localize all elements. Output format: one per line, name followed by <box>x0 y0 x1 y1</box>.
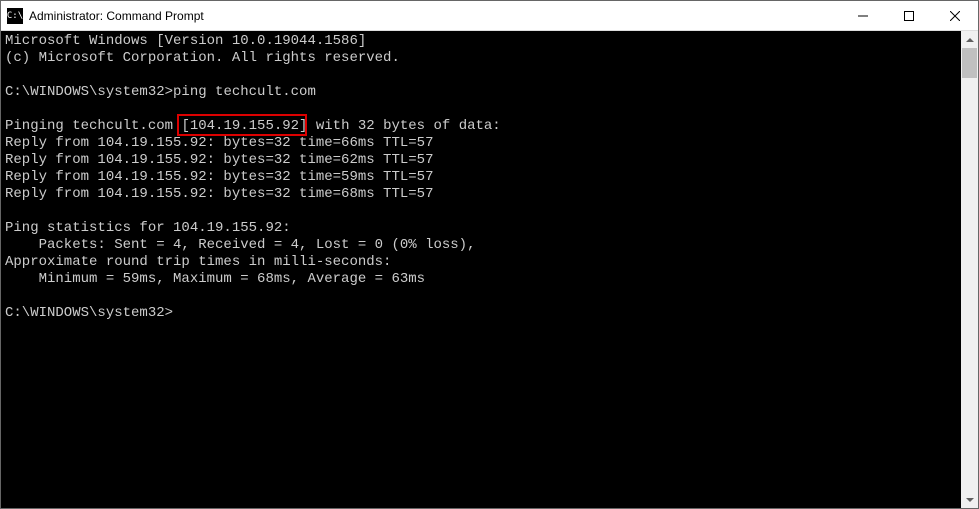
output-line: Microsoft Windows [Version 10.0.19044.15… <box>5 33 366 49</box>
titlebar: C:\ Administrator: Command Prompt <box>1 1 978 31</box>
output-line: Minimum = 59ms, Maximum = 68ms, Average … <box>5 271 425 287</box>
output-line: (c) Microsoft Corporation. All rights re… <box>5 50 400 66</box>
close-button[interactable] <box>932 1 978 30</box>
output-line: Packets: Sent = 4, Received = 4, Lost = … <box>5 237 475 253</box>
scroll-up-arrow[interactable] <box>961 31 978 48</box>
command-text: ping techcult.com <box>173 84 316 100</box>
close-icon <box>950 11 960 21</box>
resolved-ip: [104.19.155.92] <box>181 118 307 134</box>
output-line: Reply from 104.19.155.92: bytes=32 time=… <box>5 152 433 168</box>
prompt: C:\WINDOWS\system32> <box>5 84 173 100</box>
output-line: Reply from 104.19.155.92: bytes=32 time=… <box>5 169 433 185</box>
window-controls <box>840 1 978 30</box>
minimize-button[interactable] <box>840 1 886 30</box>
minimize-icon <box>858 11 868 21</box>
chevron-down-icon <box>966 498 974 502</box>
maximize-icon <box>904 11 914 21</box>
window-title: Administrator: Command Prompt <box>29 9 840 23</box>
output-line: Reply from 104.19.155.92: bytes=32 time=… <box>5 186 433 202</box>
scroll-down-arrow[interactable] <box>961 491 978 508</box>
output-line: with 32 bytes of data: <box>307 118 500 134</box>
maximize-button[interactable] <box>886 1 932 30</box>
output-line: Ping statistics for 104.19.155.92: <box>5 220 291 236</box>
vertical-scrollbar[interactable] <box>961 31 978 508</box>
scrollbar-thumb[interactable] <box>962 48 977 78</box>
cmd-icon: C:\ <box>7 8 23 24</box>
terminal-output[interactable]: Microsoft Windows [Version 10.0.19044.15… <box>1 31 961 508</box>
terminal-container: Microsoft Windows [Version 10.0.19044.15… <box>1 31 978 508</box>
prompt: C:\WINDOWS\system32> <box>5 305 173 321</box>
output-line: Approximate round trip times in milli-se… <box>5 254 391 270</box>
output-line: Pinging techcult.com <box>5 118 181 134</box>
chevron-up-icon <box>966 38 974 42</box>
output-line: Reply from 104.19.155.92: bytes=32 time=… <box>5 135 433 151</box>
